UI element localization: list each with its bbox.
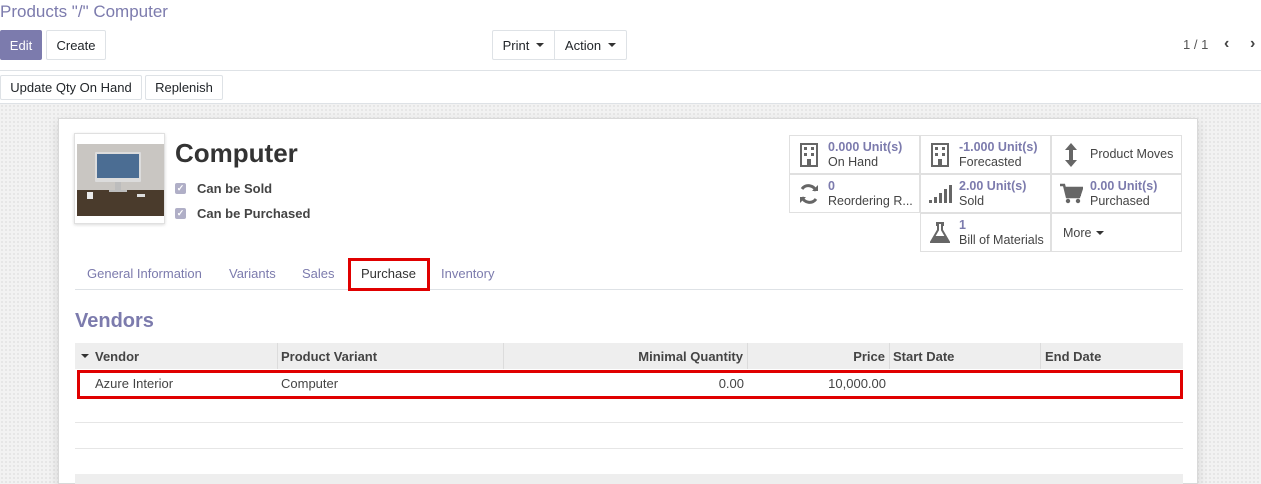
empty-row-line: [75, 422, 1183, 423]
sold-button[interactable]: 2.00 Unit(s) Sold: [920, 174, 1051, 213]
start-date-column-header[interactable]: Start Date: [890, 343, 1041, 369]
tab-inventory[interactable]: Inventory: [441, 266, 494, 281]
can-be-sold-label: Can be Sold: [197, 181, 273, 196]
tab-sales[interactable]: Sales: [302, 266, 335, 281]
purchase-tab-highlight: [348, 258, 430, 291]
previous-icon[interactable]: ‹: [1224, 35, 1229, 53]
product-image[interactable]: [74, 133, 165, 224]
vendor-header-label: Vendor: [95, 348, 140, 364]
tab-underline: [75, 289, 1183, 290]
caret-down-icon: [608, 43, 617, 47]
replenish-button[interactable]: Replenish: [145, 75, 223, 100]
sold-label: Sold: [959, 193, 985, 208]
update-qty-button[interactable]: Update Qty On Hand: [0, 75, 142, 100]
min-qty-column-header[interactable]: Minimal Quantity: [504, 343, 748, 369]
flask-icon: [927, 221, 953, 244]
create-button[interactable]: Create: [46, 30, 106, 60]
control-panel-divider: [0, 70, 1261, 71]
product-variant-header-label: Product Variant: [281, 348, 378, 364]
price-column-header[interactable]: Price: [748, 343, 890, 369]
end-date-header-label: End Date: [1045, 348, 1102, 364]
caret-down-icon: [536, 43, 545, 47]
building-icon: [927, 142, 953, 167]
bom-label: Bill of Materials: [959, 232, 1044, 247]
product-name[interactable]: Computer: [175, 138, 298, 169]
checkbox-checked-icon: ✓: [175, 183, 186, 194]
bom-value: 1: [959, 217, 966, 232]
forecasted-value: -1.000 Unit(s): [959, 139, 1038, 154]
action-label: Action: [564, 37, 602, 53]
forecasted-label: Forecasted: [959, 154, 1022, 169]
next-icon[interactable]: ›: [1250, 35, 1255, 53]
end-date-column-header[interactable]: End Date: [1041, 343, 1183, 369]
price-header-label: Price: [853, 348, 885, 364]
tab-variants[interactable]: Variants: [229, 266, 276, 281]
caret-down-icon: [1096, 230, 1105, 235]
building-icon: [796, 142, 822, 167]
purchased-value: 0.00 Unit(s): [1090, 178, 1158, 193]
on-hand-value: 0.000 Unit(s): [828, 139, 903, 154]
can-be-sold-checkbox[interactable]: ✓ Can be Sold: [175, 181, 272, 196]
forecasted-button[interactable]: -1.000 Unit(s) Forecasted: [920, 135, 1051, 174]
checkbox-checked-icon: ✓: [175, 208, 186, 219]
can-be-purchased-label: Can be Purchased: [197, 206, 311, 221]
purchased-button[interactable]: 0.00 Unit(s) Purchased: [1051, 174, 1182, 213]
min-qty-header-label: Minimal Quantity: [638, 348, 743, 364]
table-footer: [75, 474, 1183, 484]
purchased-label: Purchased: [1090, 193, 1150, 208]
print-label: Print: [502, 37, 530, 53]
reordering-rules-button[interactable]: 0 Reordering R...: [789, 174, 920, 213]
on-hand-button[interactable]: 0.000 Unit(s) On Hand: [789, 135, 920, 174]
product-moves-button[interactable]: Product Moves: [1051, 135, 1182, 174]
empty-row-line: [75, 448, 1183, 449]
bill-of-materials-button[interactable]: 1 Bill of Materials: [920, 213, 1051, 252]
print-dropdown[interactable]: Print: [492, 30, 555, 60]
reordering-label: Reordering R...: [828, 193, 913, 208]
shopping-cart-icon: [1058, 183, 1084, 205]
reordering-value: 0: [828, 178, 835, 193]
vendor-row-highlight: [77, 370, 1183, 399]
signal-bars-icon: [927, 184, 953, 204]
pager-value[interactable]: 1 / 1: [1183, 37, 1208, 52]
sold-value: 2.00 Unit(s): [959, 178, 1027, 193]
tab-general-information[interactable]: General Information: [87, 266, 202, 281]
refresh-icon: [796, 183, 822, 205]
more-label: More: [1063, 225, 1092, 240]
vendor-column-header[interactable]: Vendor: [75, 343, 278, 369]
can-be-purchased-checkbox[interactable]: ✓ Can be Purchased: [175, 206, 310, 221]
caret-down-icon[interactable]: [81, 354, 89, 358]
product-variant-column-header[interactable]: Product Variant: [278, 343, 504, 369]
vendors-title: Vendors: [75, 310, 154, 332]
computer-photo: [75, 134, 164, 223]
vertical-arrows-icon: [1058, 142, 1084, 168]
edit-button[interactable]: Edit: [0, 30, 42, 60]
product-moves-label: Product Moves: [1090, 147, 1174, 161]
action-dropdown[interactable]: Action: [554, 30, 627, 60]
start-date-header-label: Start Date: [893, 348, 955, 364]
on-hand-label: On Hand: [828, 154, 879, 169]
more-button[interactable]: More: [1051, 213, 1182, 252]
breadcrumb[interactable]: Products "/" Computer: [0, 2, 168, 22]
